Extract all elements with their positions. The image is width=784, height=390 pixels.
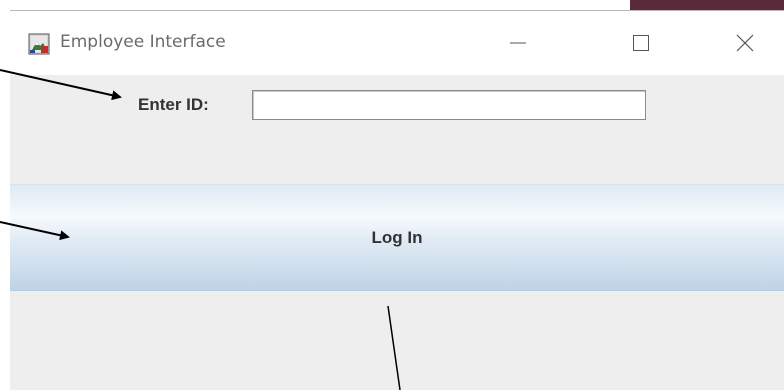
window-title: Employee Interface <box>60 32 226 52</box>
close-icon <box>736 34 754 52</box>
minimize-button[interactable] <box>495 23 541 63</box>
employee-interface-window: Employee Interface Enter ID: Log In <box>10 10 784 390</box>
close-button[interactable] <box>722 23 768 63</box>
id-input[interactable] <box>252 90 646 120</box>
login-button[interactable]: Log In <box>10 184 784 291</box>
java-app-icon <box>28 33 50 55</box>
minimize-icon <box>510 42 526 44</box>
title-bar[interactable]: Employee Interface <box>10 11 784 75</box>
id-label: Enter ID: <box>138 95 209 114</box>
maximize-icon <box>633 35 649 51</box>
window-content: Enter ID: Log In <box>10 75 784 390</box>
screenshot: Employee Interface Enter ID: Log In <box>0 0 784 390</box>
maximize-button[interactable] <box>618 23 664 63</box>
